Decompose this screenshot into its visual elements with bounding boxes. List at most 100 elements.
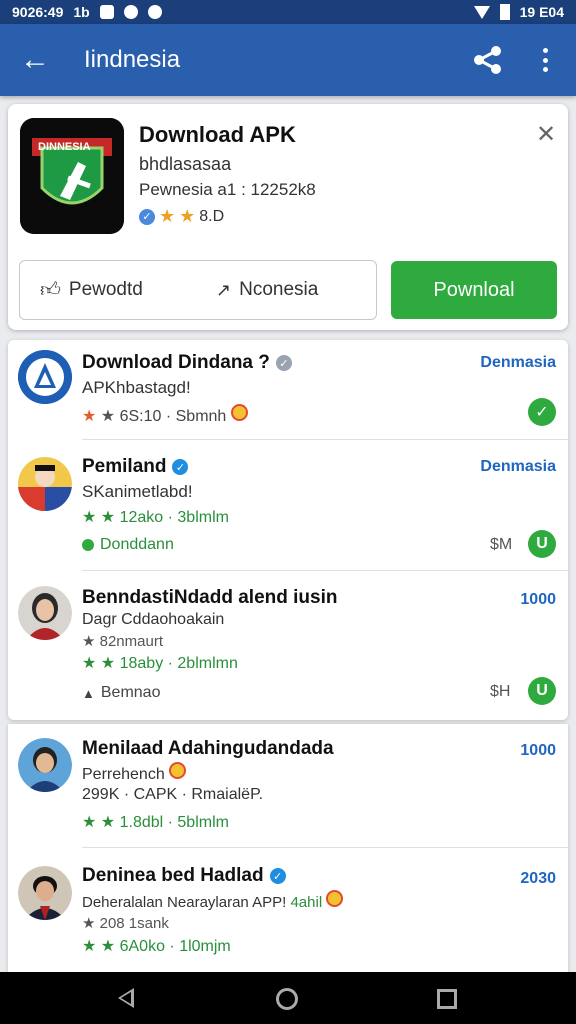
item-status-text: Donddann [100, 536, 174, 553]
item-subtitle: APKhbastagd! [82, 378, 191, 397]
item-subtitle-text: Perrehench [82, 766, 165, 783]
item-rating: ★ ★ 6A0ko · 1l0mjm [82, 938, 231, 955]
wifi-icon [473, 5, 490, 19]
item-price: $M [490, 536, 513, 553]
star-icon: ★ [82, 408, 97, 425]
item-status: ▲ Bemnao [82, 684, 160, 702]
item-title-text: Pemiland [82, 456, 167, 477]
like-button[interactable]: 👍︎ Pewodtd [40, 278, 143, 302]
star-icon: ★ [179, 206, 196, 226]
download-button[interactable]: Pownloal [391, 261, 557, 319]
link-label: Nconesia [239, 279, 319, 300]
link-button[interactable]: ↗ Nconesia [216, 279, 318, 301]
emoji-icon [326, 890, 344, 907]
app-avatar [18, 738, 72, 792]
verified-icon: ✓ [269, 868, 286, 884]
status-right-text: 19 E04 [519, 4, 564, 20]
share-icon[interactable] [470, 44, 506, 76]
item-subtitle-2: 299K · CAPK · RmaialëP. [82, 786, 264, 803]
star-icon: ★ [159, 206, 176, 226]
list-item[interactable]: Download Dindana ? ✓ Denmasia APKhbastag… [8, 340, 568, 440]
list-item[interactable]: Deninea bed Hadlad ✓ 2030 Deheralalan Ne… [8, 848, 568, 972]
tag-icon: ▲ [82, 685, 95, 701]
status-time: 9026:49 [12, 4, 64, 20]
like-label: Pewodtd [68, 279, 143, 300]
notification-icon-3 [147, 5, 162, 19]
item-title: BenndastiNdadd alend iusin [82, 587, 338, 608]
item-rating-value: 6A0ko [119, 938, 165, 955]
update-icon[interactable]: U [528, 677, 556, 705]
star-icon: ★ [82, 655, 97, 672]
list-item[interactable]: Pemiland ✓ Denmasia SKanimetlabd! ★ ★ 12… [8, 440, 568, 571]
item-subtitle: Deheralalan Nearaylaran APP! 4ahil [82, 890, 344, 911]
app-icon: DINNESIA [20, 118, 124, 234]
item-rating: ★ ★ 12ako · 3blmlm [82, 509, 229, 526]
update-icon[interactable]: U [528, 530, 556, 558]
item-title: Pemiland ✓ [82, 456, 189, 478]
status-dot-icon [82, 539, 94, 551]
thumbs-up-icon: 👍︎ [40, 279, 61, 301]
app-rating-value: 8.D [199, 207, 225, 225]
star-icon: ★ [100, 655, 116, 672]
nav-recents-icon[interactable] [437, 989, 457, 1009]
app-subtitle: bhdlasasaa [139, 154, 232, 174]
item-rating-value: 6S:10 [119, 408, 162, 425]
list-item[interactable]: Menilaad Adahingudandada 1000 Perrehench… [8, 724, 568, 848]
app-bar-title: Iindnesia [84, 46, 181, 73]
item-size: Sbmnh [175, 408, 227, 425]
app-card: DINNESIA Download APK bhdlasasaa Pewnesi… [8, 104, 568, 330]
app-avatar [18, 866, 72, 920]
battery-icon [499, 4, 510, 20]
verified-icon: ✓ [139, 208, 155, 225]
nav-back-icon[interactable] [118, 988, 134, 1008]
item-rating: ★ ★ 6S:10 · Sbmnh [82, 404, 248, 426]
emoji-icon [230, 404, 248, 421]
star-icon: ★ [100, 938, 116, 955]
item-subtitle: Dagr Cddaohoakain [82, 611, 225, 628]
item-price: $H [490, 683, 511, 700]
list-item[interactable]: BenndastiNdadd alend iusin 1000 Dagr Cdd… [8, 571, 568, 720]
more-options-icon[interactable] [530, 42, 560, 78]
item-rating: ★ ★ 18aby · 2blmlmn [82, 655, 238, 672]
star-icon: ★ [100, 408, 116, 425]
app-meta: Pewnesia a1 : 12252k8 [139, 180, 316, 199]
item-title-text: Deninea bed Hadlad [82, 865, 264, 886]
link-icon: ↗ [216, 279, 232, 300]
item-title-text: Download Dindana ? [82, 352, 270, 373]
system-nav-bar [0, 972, 576, 1024]
app-avatar [18, 457, 72, 511]
star-icon: ★ [82, 509, 97, 526]
item-rating-value: 12ako [119, 509, 164, 526]
item-subtitle-accent: 4ahil [290, 894, 323, 911]
star-icon: ★ [100, 814, 116, 831]
back-arrow-icon[interactable]: ← [0, 24, 70, 96]
item-subtitle-text: Deheralalan Nearaylaran APP! [82, 894, 291, 911]
item-subtitle: Perrehench [82, 762, 187, 784]
item-tag: 1000 [520, 742, 556, 759]
item-tag: 2030 [520, 870, 556, 887]
item-title: Deninea bed Hadlad ✓ [82, 865, 286, 887]
item-title: Download Dindana ? ✓ [82, 352, 292, 374]
item-subtitle-2: ★ 208 1sank [82, 915, 169, 932]
emoji-icon [169, 762, 187, 779]
app-list: Download Dindana ? ✓ Denmasia APKhbastag… [8, 340, 568, 720]
item-tag: Denmasia [480, 354, 556, 371]
item-status: Donddann [82, 536, 174, 554]
item-rating-value: 1.8dbl [119, 814, 164, 831]
app-rating: ✓ ★ ★ 8.D [139, 206, 224, 227]
item-tag: Denmasia [480, 458, 556, 475]
status-label: 1b [73, 4, 90, 20]
close-icon[interactable]: ✕ [536, 120, 556, 149]
verified-icon: ✓ [172, 459, 189, 475]
star-icon: ★ [100, 509, 116, 526]
item-subtitle-2: ★ 82nmaurt [82, 633, 163, 650]
app-list-2: Menilaad Adahingudandada 1000 Perrehench… [8, 724, 568, 972]
status-bar: 9026:49 1b 19 E04 [0, 0, 576, 24]
item-size: 1l0mjm [179, 938, 231, 955]
item-size: 5blmlm [177, 814, 229, 831]
app-avatar [18, 350, 72, 404]
app-icon-label: DINNESIA [38, 141, 91, 153]
nav-home-icon[interactable] [276, 988, 298, 1010]
star-icon: ★ [82, 938, 97, 955]
verified-icon: ✓ [275, 355, 292, 371]
